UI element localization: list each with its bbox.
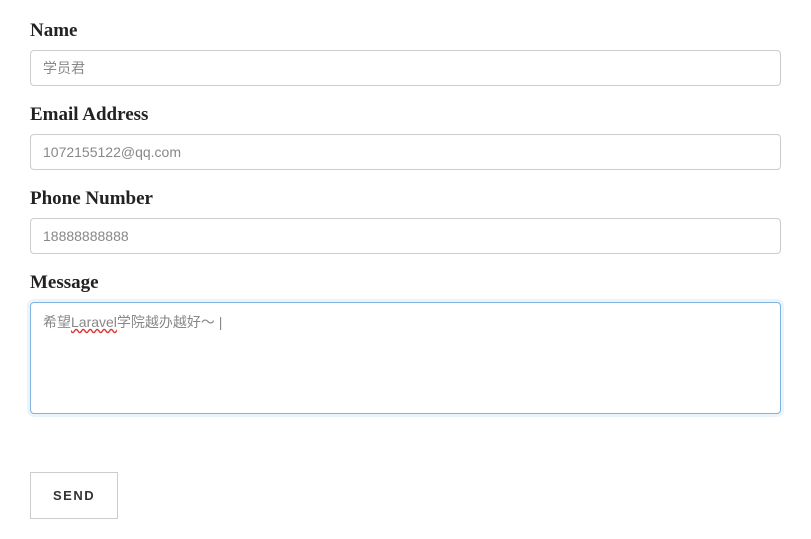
- message-group: Message 希望Laravel学院越办越好～ |: [30, 272, 781, 414]
- phone-label: Phone Number: [30, 188, 781, 210]
- name-label: Name: [30, 20, 781, 42]
- message-textarea[interactable]: 希望Laravel学院越办越好～ |: [30, 302, 781, 414]
- send-button[interactable]: SEND: [30, 472, 118, 519]
- message-text-underlined: Laravel: [71, 314, 117, 330]
- phone-group: Phone Number: [30, 188, 781, 254]
- name-group: Name: [30, 20, 781, 86]
- phone-input[interactable]: [30, 218, 781, 254]
- message-text-prefix: 希望: [43, 314, 71, 330]
- email-group: Email Address: [30, 104, 781, 170]
- contact-form: Name Email Address Phone Number Message …: [30, 20, 781, 519]
- name-input[interactable]: [30, 50, 781, 86]
- message-label: Message: [30, 272, 781, 294]
- text-cursor: |: [215, 314, 223, 330]
- message-text-suffix: 学院越办越好～: [117, 314, 215, 330]
- email-label: Email Address: [30, 104, 781, 126]
- email-input[interactable]: [30, 134, 781, 170]
